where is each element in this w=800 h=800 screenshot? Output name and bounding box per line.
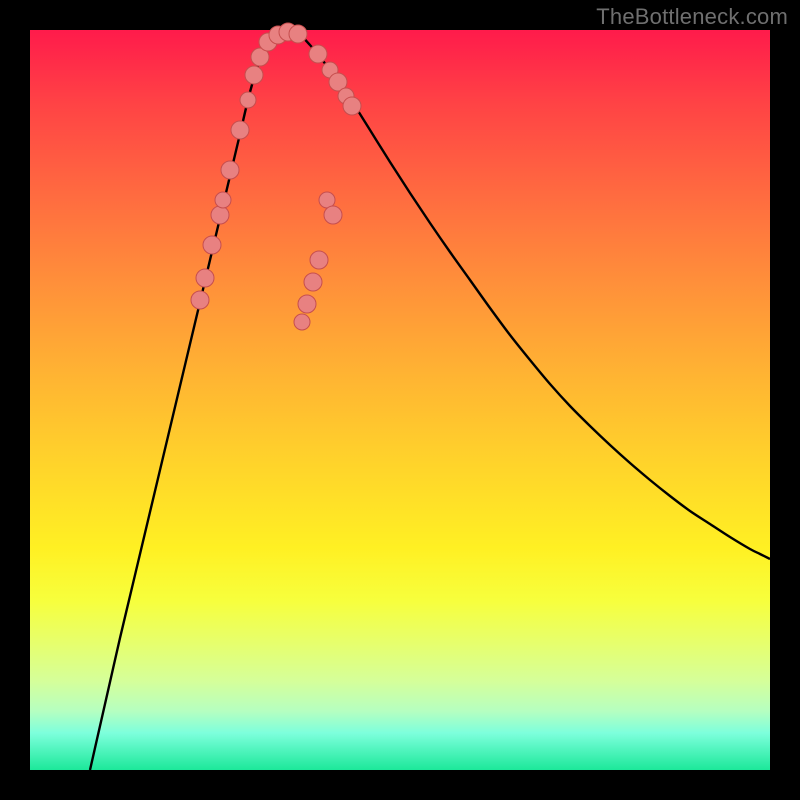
dot [298,295,316,313]
dot [203,236,221,254]
dot [191,291,209,309]
dot [294,314,310,330]
chart-frame: TheBottleneck.com [0,0,800,800]
dot [343,97,361,115]
highlight-dots [191,23,361,330]
dot [231,121,249,139]
dot [324,206,342,224]
dot [215,192,231,208]
dot [289,25,307,43]
dot [221,161,239,179]
dot [211,206,229,224]
dot [309,45,327,63]
dot [245,66,263,84]
watermark-text: TheBottleneck.com [596,4,788,30]
bottleneck-curve [90,31,770,770]
dot [310,251,328,269]
dot [196,269,214,287]
dot [304,273,322,291]
plot-area [30,30,770,770]
dot [240,92,256,108]
curve-svg [30,30,770,770]
